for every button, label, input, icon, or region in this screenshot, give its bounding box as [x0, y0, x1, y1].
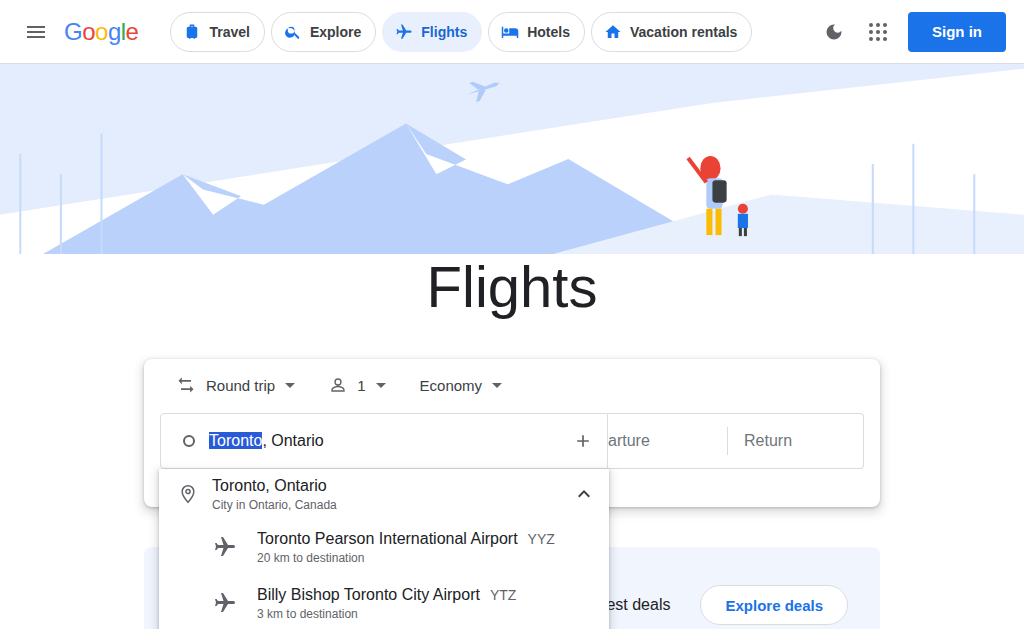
- logo-letter: g: [108, 18, 121, 45]
- nav-tab[interactable]: Explore: [271, 12, 376, 52]
- hiker: [688, 156, 748, 236]
- page-title: Flights: [0, 254, 1024, 320]
- apps-button[interactable]: [858, 12, 898, 52]
- city-suggestion[interactable]: Toronto, Ontario City in Ontario, Canada: [159, 469, 609, 519]
- search-card: Round trip 1 Economy Toronto, Ontario arture…: [144, 359, 880, 507]
- swap-arrows-icon: [176, 375, 196, 395]
- city-name: Toronto, Ontario: [212, 477, 545, 495]
- airport-name-line: Toronto Pearson International Airport YYZ: [257, 530, 555, 548]
- airport-code: YTZ: [490, 587, 516, 603]
- nav-tab[interactable]: Vacation rentals: [591, 12, 752, 52]
- airport-name: Toronto Pearson International Airport: [257, 530, 518, 547]
- trip-type-select[interactable]: Round trip: [160, 361, 309, 409]
- airport-distance: 20 km to destination: [257, 551, 555, 565]
- dark-mode-button[interactable]: [814, 12, 854, 52]
- departure-field[interactable]: arture: [608, 432, 727, 450]
- plane-icon: [395, 23, 413, 41]
- suggestions-dropdown: Toronto, OntarioCity in Ontario, CanadaT…: [159, 469, 609, 629]
- airport-suggestion[interactable]: Billy Bishop Toronto City Airport YTZ 3 km…: [159, 575, 609, 629]
- cabin-select[interactable]: Economy: [404, 361, 517, 409]
- explore-deals-button[interactable]: Explore deals: [700, 585, 848, 625]
- search-options: Round trip 1 Economy: [160, 359, 864, 411]
- caret-icon: [376, 383, 386, 388]
- google-logo[interactable]: Google: [64, 18, 138, 46]
- caret-icon: [285, 383, 295, 388]
- bed-icon: [501, 23, 519, 41]
- airport-code: YYZ: [528, 531, 555, 547]
- passengers-select[interactable]: 1: [313, 361, 399, 409]
- hill: [548, 195, 1024, 254]
- airport-text: Toronto Pearson International Airport YYZ…: [257, 530, 555, 565]
- origin-value: Toronto, Ontario: [209, 432, 547, 450]
- trees: [20, 134, 974, 254]
- luggage-icon: [183, 23, 201, 41]
- origin-circle-icon: [181, 433, 197, 449]
- logo-letter: G: [64, 18, 82, 45]
- collapse-button[interactable]: [559, 469, 609, 519]
- apps-grid-icon: [866, 20, 890, 44]
- tab-label: Flights: [421, 24, 467, 40]
- return-field[interactable]: Return: [728, 432, 863, 450]
- add-button[interactable]: [559, 414, 607, 468]
- city-text: Toronto, Ontario City in Ontario, Canada: [212, 477, 545, 512]
- airport-name-line: Billy Bishop Toronto City Airport YTZ: [257, 586, 516, 604]
- caret-icon: [492, 383, 502, 388]
- logo-letter: e: [126, 18, 139, 45]
- sign-in-button[interactable]: Sign in: [908, 12, 1006, 52]
- origin-rest: , Ontario: [262, 432, 323, 449]
- person-icon: [329, 376, 347, 394]
- hero-scene: [0, 64, 1024, 254]
- origin-field[interactable]: Toronto, Ontario: [160, 413, 608, 469]
- airport-distance: 3 km to destination: [257, 607, 516, 621]
- house-icon: [604, 23, 622, 41]
- airport-suggestion[interactable]: Toronto Pearson International Airport YYZ…: [159, 519, 609, 575]
- select-value: Round trip: [206, 377, 275, 394]
- plus-icon: [573, 431, 593, 451]
- airport-text: Billy Bishop Toronto City Airport YTZ 3 km…: [257, 586, 516, 621]
- mountain-snow: [183, 174, 264, 215]
- city-subtitle: City in Ontario, Canada: [212, 498, 545, 512]
- location-pin-icon: [178, 484, 198, 504]
- select-value: 1: [357, 377, 365, 394]
- explore-icon: [284, 23, 302, 41]
- menu-button[interactable]: [12, 8, 60, 56]
- moon-icon: [824, 22, 844, 42]
- tab-label: Travel: [209, 24, 249, 40]
- nav-tab[interactable]: Hotels: [488, 12, 585, 52]
- tab-label: Explore: [310, 24, 361, 40]
- logo-letter: l: [121, 18, 126, 45]
- hero-illustration: [0, 64, 1024, 254]
- plane-icon: [213, 535, 237, 559]
- airplane: [463, 73, 502, 104]
- tab-label: Vacation rentals: [630, 24, 737, 40]
- page: Google Travel Explore Flights Hotels Vacation…: [0, 0, 1024, 629]
- selected-text: Toronto: [209, 432, 262, 449]
- logo-letter: o: [82, 18, 95, 45]
- chevron-icon: [572, 482, 596, 506]
- nav-tabs: Travel Explore Flights Hotels Vacation renta…: [170, 12, 752, 52]
- menu-icon: [24, 20, 48, 44]
- search-fields: Toronto, Ontario artureReturn: [160, 413, 864, 469]
- mountain-snow: [406, 123, 507, 184]
- airport-name: Billy Bishop Toronto City Airport: [257, 586, 480, 603]
- plane-icon: [213, 591, 237, 615]
- dates-field: artureReturn: [608, 413, 864, 469]
- nav-tab[interactable]: Flights: [382, 12, 482, 52]
- date-divider: [727, 427, 728, 455]
- logo-letter: o: [95, 18, 108, 45]
- select-value: Economy: [420, 377, 483, 394]
- header: Google Travel Explore Flights Hotels Vacation…: [0, 0, 1024, 64]
- tab-label: Hotels: [527, 24, 570, 40]
- nav-tab[interactable]: Travel: [170, 12, 264, 52]
